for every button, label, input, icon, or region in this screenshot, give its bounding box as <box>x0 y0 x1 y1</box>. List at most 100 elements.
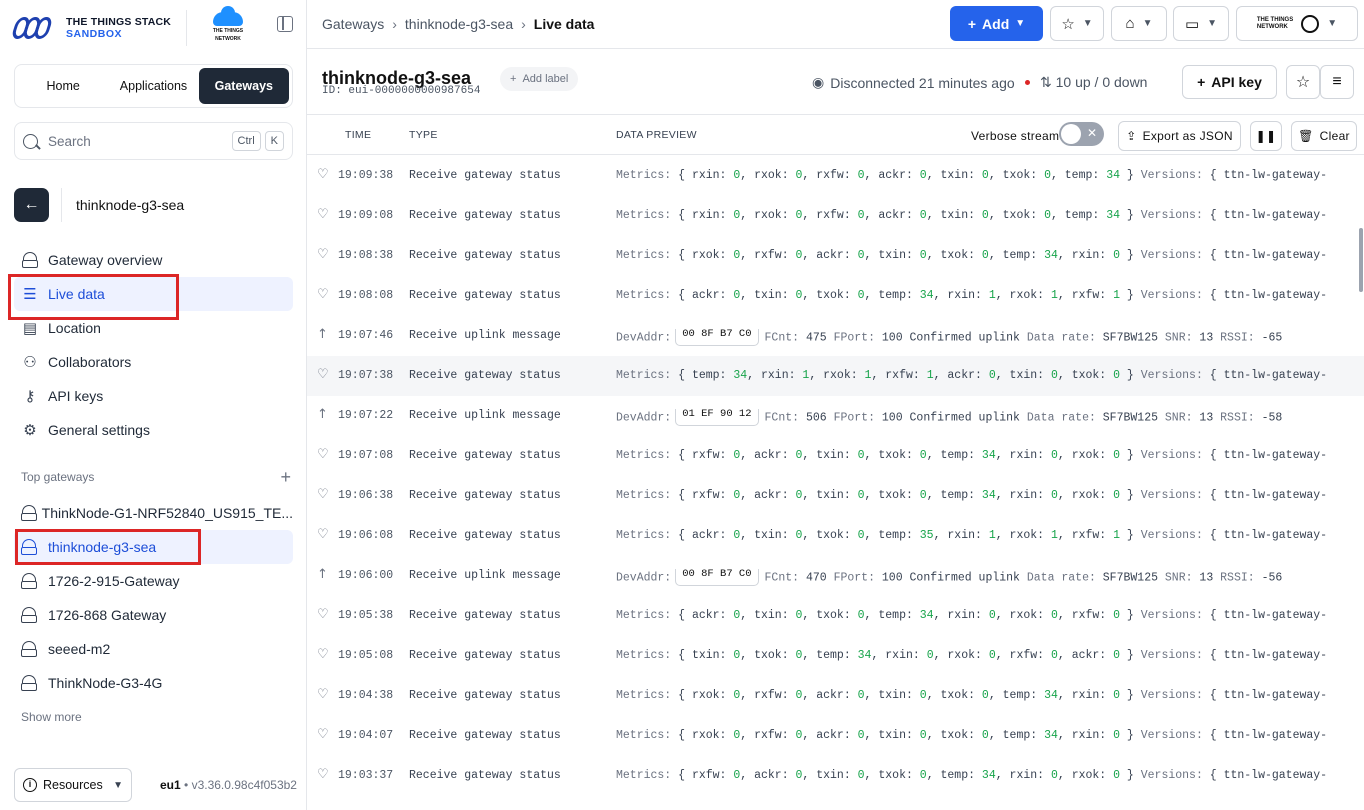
metric-key: rxfw <box>816 209 844 222</box>
chevron-down-icon: ▼ <box>1142 18 1153 29</box>
gateway-label: 1726-868 Gateway <box>48 607 167 623</box>
metric-key: txin <box>878 249 906 262</box>
search-input[interactable] <box>48 133 218 149</box>
table-row[interactable]: ♡ 19:08:38 Receive gateway status Metrics: … <box>307 236 1364 276</box>
verbose-toggle[interactable]: ✕ <box>1059 122 1104 146</box>
preview-key: Data rate: <box>1026 411 1096 425</box>
metric-key: rxin <box>1071 249 1100 262</box>
event-type: Receive gateway status <box>409 609 561 622</box>
table-row[interactable]: ♡ 19:07:38 Receive gateway status Metrics: … <box>307 356 1364 396</box>
add-gateway-icon[interactable]: + <box>280 468 291 486</box>
event-preview: DevAddr: 01 EF 90 12 FCnt: 506 FPort: 100 … <box>616 409 1361 426</box>
event-type: Receive gateway status <box>409 529 561 542</box>
table-row[interactable]: ♡ 19:06:08 Receive gateway status Metrics: … <box>307 516 1364 556</box>
table-row[interactable]: ♡ 19:04:07 Receive gateway status Metrics: … <box>307 716 1364 756</box>
nav-collaborators[interactable]: ⚇ Collaborators <box>14 345 293 379</box>
show-more-link[interactable]: Show more <box>21 710 82 724</box>
nav-api-keys[interactable]: ⚷ API keys <box>14 379 293 413</box>
metric-value: 0 <box>733 649 741 662</box>
metric-key: rxok <box>823 369 851 382</box>
table-row[interactable]: ♡ 19:08:08 Receive gateway status Metrics: … <box>307 276 1364 316</box>
resources-button[interactable]: i Resources ▼ <box>14 768 132 802</box>
metric-key: rxin <box>885 649 913 662</box>
preview-key: SNR: <box>1164 571 1193 585</box>
account-button[interactable]: THE THINGS NETWORK ▼ <box>1236 6 1358 41</box>
add-label-button[interactable]: + Add label <box>500 67 579 91</box>
gateway-icon <box>20 250 40 270</box>
tab-gateways[interactable]: Gateways <box>198 68 289 104</box>
table-row[interactable]: ♡ 19:04:38 Receive gateway status Metrics: … <box>307 676 1364 716</box>
list-item[interactable]: 1726-868 Gateway <box>14 598 293 632</box>
metric-key: ackr <box>691 609 720 622</box>
table-row[interactable]: ♡ 19:05:38 Receive gateway status Metrics: … <box>307 596 1364 636</box>
api-key-label: API key <box>1211 74 1262 90</box>
tab-applications[interactable]: Applications <box>108 68 198 104</box>
metric-value: 0 <box>733 289 741 302</box>
preview-key: RSSI: <box>1220 331 1255 345</box>
table-row[interactable]: ↑ 19:07:22 Receive uplink message DevAddr: 0… <box>307 396 1364 436</box>
top-bar: Gateways › thinknode-g3-sea › Live data … <box>307 0 1364 49</box>
nav-gateway-overview[interactable]: Gateway overview <box>14 243 293 277</box>
fcnt-value: 506 <box>805 411 827 425</box>
star-button[interactable]: ☆ <box>1286 65 1320 99</box>
list-item[interactable]: ThinkNode-G1-NRF52840_US915_TE... <box>14 496 293 530</box>
table-row[interactable]: ♡ 19:07:08 Receive gateway status Metrics: … <box>307 436 1364 476</box>
back-button[interactable]: ← <box>14 188 49 222</box>
list-item[interactable]: 1726-2-915-Gateway <box>14 564 293 598</box>
chevron-down-icon: ▼ <box>1082 18 1093 29</box>
preview-key: FPort: <box>833 571 875 585</box>
list-item[interactable]: ThinkNode-G3-4G <box>14 666 293 700</box>
table-row[interactable]: ↑ 19:07:46 Receive uplink message DevAddr: 0… <box>307 316 1364 356</box>
add-button[interactable]: + Add ▼ <box>950 6 1043 41</box>
nav-general-settings[interactable]: ⚙ General settings <box>14 413 293 447</box>
ttn-logo[interactable]: THE THINGS NETWORK <box>210 6 246 42</box>
event-preview: Metrics: { rxin: 0, rxok: 0, rxfw: 0, ac… <box>616 169 1328 182</box>
metric-value: 0 <box>981 729 989 742</box>
preview-key: SNR: <box>1164 411 1193 425</box>
event-time: 19:06:00 <box>338 569 394 582</box>
scrollbar[interactable] <box>1359 228 1363 292</box>
inbox-button[interactable]: ▭ ▼ <box>1173 6 1229 41</box>
table-row[interactable]: ♡ 19:09:08 Receive gateway status Metrics: … <box>307 196 1364 236</box>
pause-button[interactable]: ❚❚ <box>1250 121 1282 151</box>
users-icon: ⚇ <box>23 354 37 371</box>
bookmarks-button[interactable]: ☆ ▼ <box>1050 6 1104 41</box>
metric-value: 0 <box>857 769 865 782</box>
star-icon: ☆ <box>1295 74 1311 91</box>
metric-key: txin <box>878 729 906 742</box>
table-row[interactable]: ♡ 19:03:37 Receive gateway status Metrics: … <box>307 756 1364 796</box>
collapse-sidebar-icon[interactable] <box>277 16 293 32</box>
tags-button[interactable]: ⌂ ▼ <box>1111 6 1167 41</box>
metric-key: txok <box>816 289 844 302</box>
export-json-button[interactable]: ⇪ Export as JSON <box>1118 121 1241 151</box>
clear-button[interactable]: 🗑 Clear <box>1291 121 1357 151</box>
api-key-button[interactable]: + API key <box>1182 65 1277 99</box>
list-item[interactable]: seeed-m2 <box>14 632 293 666</box>
breadcrumb-gateways[interactable]: Gateways <box>322 16 384 32</box>
ttn-small-line2: NETWORK <box>1256 23 1288 30</box>
shortcut-key-k: K <box>264 131 284 151</box>
user-icon <box>1301 14 1320 33</box>
table-row[interactable]: ↑ 19:06:00 Receive uplink message DevAddr: 0… <box>307 556 1364 596</box>
heartbeat-icon: ♡ <box>317 367 329 382</box>
breadcrumb-gateway[interactable]: thinknode-g3-sea <box>405 16 513 32</box>
tab-home[interactable]: Home <box>18 68 108 104</box>
menu-button[interactable]: ≡ <box>1320 65 1354 99</box>
brand-logo[interactable]: THE THINGS STACK SANDBOX <box>10 12 171 44</box>
preview-key: RSSI: <box>1220 571 1255 585</box>
table-row[interactable]: ♡ 19:06:38 Receive gateway status Metrics: … <box>307 476 1364 516</box>
metric-key: rxin <box>1009 769 1038 782</box>
metric-key: txok <box>1002 209 1031 222</box>
arrow-left-icon: ← <box>23 196 40 213</box>
table-row[interactable]: ♡ 19:05:08 Receive gateway status Metrics: … <box>307 636 1364 676</box>
table-row[interactable]: ♡ 19:09:38 Receive gateway status Metrics: … <box>307 156 1364 196</box>
metric-value: 0 <box>1050 609 1058 622</box>
versions-value: { ttn-lw-gateway- <box>1209 649 1328 662</box>
metric-key: rxok <box>754 169 782 182</box>
gateway-id: ID: eui-0000000000987654 <box>322 85 481 97</box>
signal-icon: ◉ <box>812 74 825 90</box>
metric-value: 0 <box>1113 369 1121 382</box>
event-time: 19:03:37 <box>338 769 394 782</box>
metric-key: temp <box>1064 169 1093 182</box>
rate-value: SF7BW125 <box>1102 411 1158 425</box>
